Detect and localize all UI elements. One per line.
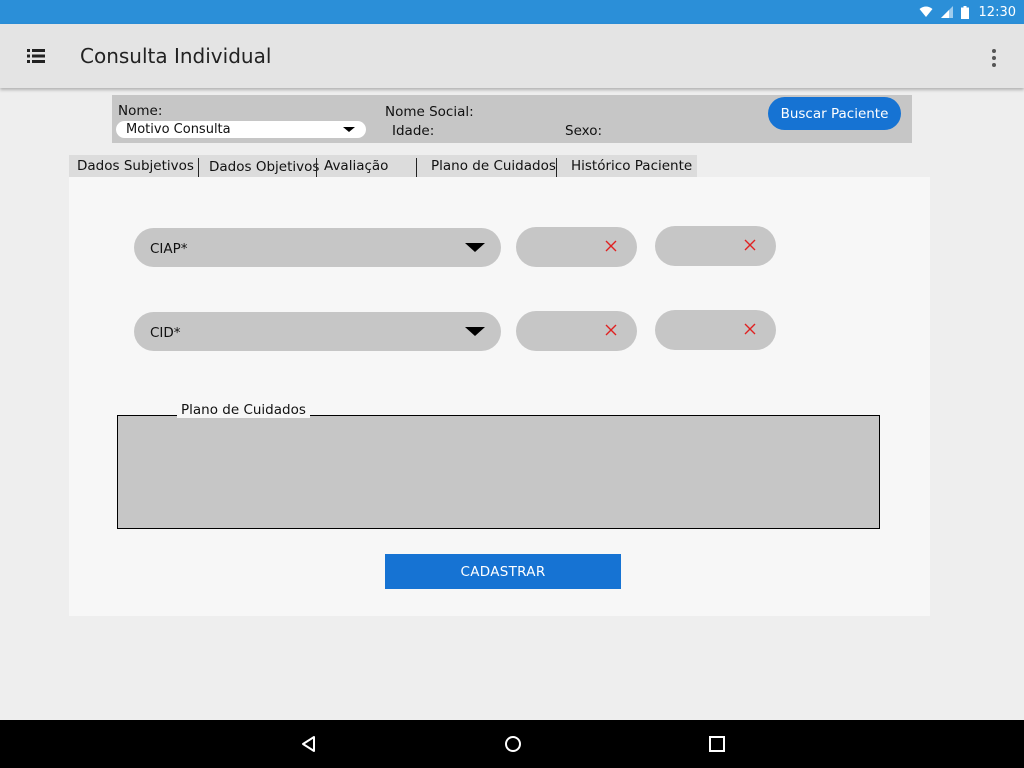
ciap-chip-2[interactable] [655, 226, 776, 266]
more-vert-icon[interactable] [990, 48, 998, 68]
close-icon[interactable] [743, 322, 757, 336]
battery-icon [960, 5, 969, 19]
tab-historico-paciente[interactable]: Histórico Paciente [557, 155, 697, 177]
nome-label: Nome: [118, 103, 163, 119]
status-bar: 12:30 [0, 0, 1024, 24]
tab-dados-objetivos[interactable]: Dados Objetivos [199, 155, 320, 177]
app-bar: Consulta Individual [0, 24, 1024, 88]
page-title: Consulta Individual [80, 44, 272, 68]
tab-bar: Dados Subjetivos Dados Objetivos Avaliaç… [69, 155, 697, 178]
tab-avaliacao[interactable]: Avaliação [317, 155, 416, 177]
motivo-consulta-select[interactable]: Motivo Consulta [116, 121, 366, 138]
signal-icon [940, 6, 953, 18]
dropdown-caret-icon [465, 327, 485, 336]
cid-select[interactable]: CID* [134, 312, 501, 351]
dropdown-caret-icon [343, 127, 355, 132]
recents-icon[interactable] [707, 734, 727, 754]
cid-chip-2[interactable] [655, 310, 776, 350]
home-icon[interactable] [503, 734, 523, 754]
dropdown-caret-icon [465, 243, 485, 252]
nome-social-label: Nome Social: [385, 104, 474, 120]
ciap-chip-1[interactable] [516, 227, 637, 267]
tab-label: Avaliação [324, 158, 389, 174]
buscar-paciente-button[interactable]: Buscar Paciente [768, 97, 901, 130]
tab-label: Dados Subjetivos [77, 158, 194, 174]
ciap-placeholder: CIAP* [150, 241, 188, 257]
close-icon[interactable] [604, 239, 618, 253]
list-menu-icon[interactable] [27, 49, 45, 63]
tab-plano-de-cuidados[interactable]: Plano de Cuidados [417, 155, 556, 177]
cid-placeholder: CID* [150, 325, 181, 341]
patient-panel: Nome: Motivo Consulta Nome Social: Idade… [112, 95, 912, 143]
plano-de-cuidados-legend: Plano de Cuidados [177, 403, 310, 418]
navigation-bar [0, 720, 1024, 768]
tab-dados-subjetivos[interactable]: Dados Subjetivos [69, 155, 198, 177]
cadastrar-button[interactable]: CADASTRAR [385, 554, 621, 589]
close-icon[interactable] [743, 238, 757, 252]
ciap-select[interactable]: CIAP* [134, 228, 501, 267]
tab-label: Histórico Paciente [571, 158, 693, 174]
plano-de-cuidados-textarea[interactable] [117, 415, 880, 529]
tab-label: Dados Objetivos [209, 159, 320, 175]
status-icons: 12:30 [919, 0, 1016, 24]
idade-label: Idade: [392, 123, 435, 139]
status-time: 12:30 [978, 4, 1016, 20]
cid-chip-1[interactable] [516, 311, 637, 351]
tab-label: Plano de Cuidados [431, 158, 556, 174]
plano-de-cuidados-card: CIAP* CID* Plano de Cuidados CADASTRAR [69, 177, 930, 616]
sexo-label: Sexo: [565, 123, 603, 139]
back-icon[interactable] [299, 734, 319, 754]
close-icon[interactable] [604, 323, 618, 337]
motivo-consulta-value: Motivo Consulta [126, 122, 231, 137]
wifi-icon [919, 6, 933, 17]
